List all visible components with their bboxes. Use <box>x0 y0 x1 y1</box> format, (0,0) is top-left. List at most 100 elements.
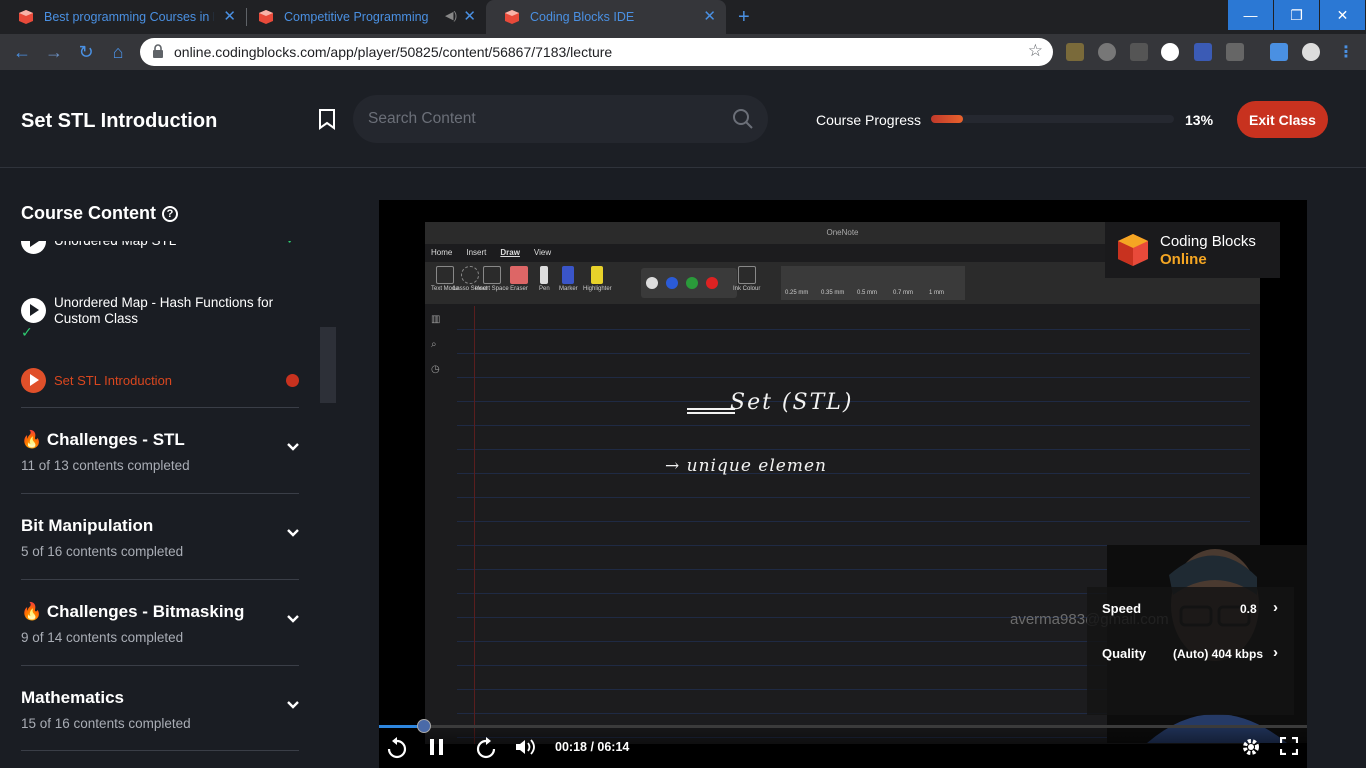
section-item[interactable]: 🔥 Challenges - STL 11 of 13 contents com… <box>21 407 299 493</box>
chevron-down-icon[interactable] <box>286 614 300 624</box>
coding-blocks-favicon-icon <box>259 10 273 24</box>
mute-icon[interactable]: ◀) <box>445 9 457 22</box>
handwritten-note: → unique elemen <box>665 456 827 476</box>
ribbon-item: Highlighter <box>583 266 612 292</box>
section-item[interactable]: 🔥 Challenges - Bitmasking 9 of 14 conten… <box>21 579 299 665</box>
course-content-title: Course Content <box>21 203 156 223</box>
lesson-item[interactable]: Unordered Map STL ✓ <box>21 241 301 259</box>
ribbon-item: 0.7 mm <box>893 290 914 296</box>
course-content-heading: Course Content ? <box>21 203 178 224</box>
speed-chevron-icon[interactable]: › <box>1273 599 1278 616</box>
browser-tab[interactable]: Best programming Courses in De ✕ <box>0 0 246 34</box>
ribbon-item: 1 mm <box>929 290 944 296</box>
onenote-menu: Home Insert Draw View <box>431 248 551 257</box>
browser-tab-active[interactable]: Coding Blocks IDE ✕ <box>486 0 726 34</box>
settings-gear-icon[interactable] <box>1241 737 1261 757</box>
extension-icon[interactable] <box>1226 43 1244 61</box>
tab-title: Best programming Courses in De <box>44 10 214 24</box>
handwritten-underline <box>687 412 735 414</box>
address-bar[interactable]: online.codingblocks.com/app/player/50825… <box>140 38 1053 66</box>
speed-label: Speed <box>1102 601 1142 616</box>
forward-arrow-icon[interactable]: → <box>44 42 64 62</box>
lesson-item[interactable]: Unordered Map - Hash Functions for Custo… <box>21 295 301 346</box>
note-margin-line <box>474 306 475 744</box>
pause-icon[interactable] <box>428 737 446 757</box>
coding-blocks-logo-icon <box>1118 234 1148 266</box>
url-text: online.codingblocks.com/app/player/50825… <box>174 44 613 60</box>
player-settings-menu: Speed 0.8 › Quality (Auto) 404 kbps › <box>1087 587 1294 715</box>
video-player[interactable]: OneNote Home Insert Draw View Text Mode … <box>379 200 1307 768</box>
clock-icon: ◷ <box>431 364 440 375</box>
seek-bar[interactable] <box>379 719 1307 733</box>
gear-extension-icon[interactable] <box>1098 43 1116 61</box>
app-header: Set STL Introduction Search Content Cour… <box>0 70 1366 168</box>
browser-tab-bar: Best programming Courses in De ✕ Competi… <box>0 0 1366 34</box>
ribbon-item: Eraser <box>510 266 528 292</box>
quality-label: Quality <box>1102 646 1147 661</box>
lesson-item-current[interactable]: Set STL Introduction <box>21 368 301 396</box>
check-icon: ✓ <box>286 241 298 248</box>
bookmark-icon[interactable] <box>318 108 336 130</box>
speed-value: 0.8 <box>1240 602 1257 616</box>
restore-button[interactable]: ❐ <box>1274 0 1319 30</box>
close-tab-icon[interactable]: ✕ <box>223 9 236 24</box>
section-title: 🔥 Challenges - STL <box>21 430 185 449</box>
chevron-down-icon[interactable] <box>286 700 300 710</box>
close-window-button[interactable]: ✕ <box>1320 0 1365 30</box>
extension-icon[interactable] <box>1161 43 1179 61</box>
onenote-menu-item: View <box>533 248 552 257</box>
help-icon[interactable]: ? <box>162 205 178 222</box>
search-placeholder: Search Content <box>368 110 476 127</box>
quality-chevron-icon[interactable]: › <box>1273 644 1278 661</box>
page-title: Set STL Introduction <box>21 110 218 132</box>
chevron-down-icon[interactable] <box>286 442 300 452</box>
close-tab-icon[interactable]: ✕ <box>703 9 716 24</box>
fullscreen-icon[interactable] <box>1280 737 1298 755</box>
reload-icon[interactable]: ↻ <box>76 42 96 62</box>
home-icon[interactable]: ⌂ <box>108 42 128 62</box>
play-icon <box>21 298 46 323</box>
facebook-extension-icon[interactable] <box>1194 43 1212 61</box>
extension-icon[interactable] <box>1066 43 1084 61</box>
search-input[interactable]: Search Content <box>353 95 768 143</box>
ribbon-item: Pen <box>539 266 550 292</box>
lesson-clip: Unordered Map STL ✓ <box>0 241 320 261</box>
play-icon <box>21 368 46 393</box>
extension-icon[interactable] <box>1130 43 1148 61</box>
profile-avatar[interactable] <box>1302 43 1320 61</box>
section-title: Bit Manipulation <box>21 516 154 535</box>
section-item[interactable]: Bit Manipulation 5 of 16 contents comple… <box>21 493 299 579</box>
close-tab-icon[interactable]: ✕ <box>463 9 476 24</box>
bookmark-star-icon[interactable]: ☆ <box>1028 41 1043 61</box>
logo-subtext: Online <box>1160 251 1207 268</box>
search-icon[interactable] <box>732 108 754 130</box>
rewind-icon[interactable] <box>387 737 407 759</box>
forward-icon[interactable] <box>476 737 496 759</box>
current-indicator <box>286 374 299 387</box>
browser-menu-icon[interactable]: ⋮ <box>1338 42 1354 62</box>
new-tab-button[interactable]: + <box>738 6 750 29</box>
course-progress-bar <box>931 115 1174 123</box>
handwritten-underline <box>687 408 735 410</box>
lesson-title: Unordered Map - Hash Functions for Custo… <box>54 295 274 326</box>
browser-tab[interactable]: Competitive Programming | ◀) ✕ <box>240 0 486 34</box>
lesson-title: Set STL Introduction <box>54 373 173 388</box>
course-progress-fill <box>931 115 963 123</box>
exit-class-button[interactable]: Exit Class <box>1237 101 1328 138</box>
coding-blocks-logo: Coding Blocks Online <box>1105 222 1280 278</box>
ribbon-item: 0.35 mm <box>821 290 845 296</box>
lock-icon <box>153 44 163 58</box>
chevron-down-icon[interactable] <box>286 528 300 538</box>
section-title: Mathematics <box>21 688 124 707</box>
section-item[interactable]: Mathematics 15 of 16 contents completed <box>21 665 299 751</box>
browser-toolbar: ← → ↻ ⌂ online.codingblocks.com/app/play… <box>0 34 1366 70</box>
section-progress: 5 of 16 contents completed <box>21 544 184 559</box>
back-arrow-icon[interactable]: ← <box>12 42 32 62</box>
onenote-menu-item: Draw <box>500 248 520 257</box>
sidebar-scrollbar[interactable] <box>320 327 336 403</box>
coding-blocks-favicon-icon <box>505 10 519 24</box>
minimize-button[interactable]: — <box>1228 0 1273 30</box>
media-extension-icon[interactable] <box>1270 43 1288 61</box>
volume-icon[interactable] <box>514 737 536 757</box>
playback-time: 00:18 / 06:14 <box>555 740 630 754</box>
